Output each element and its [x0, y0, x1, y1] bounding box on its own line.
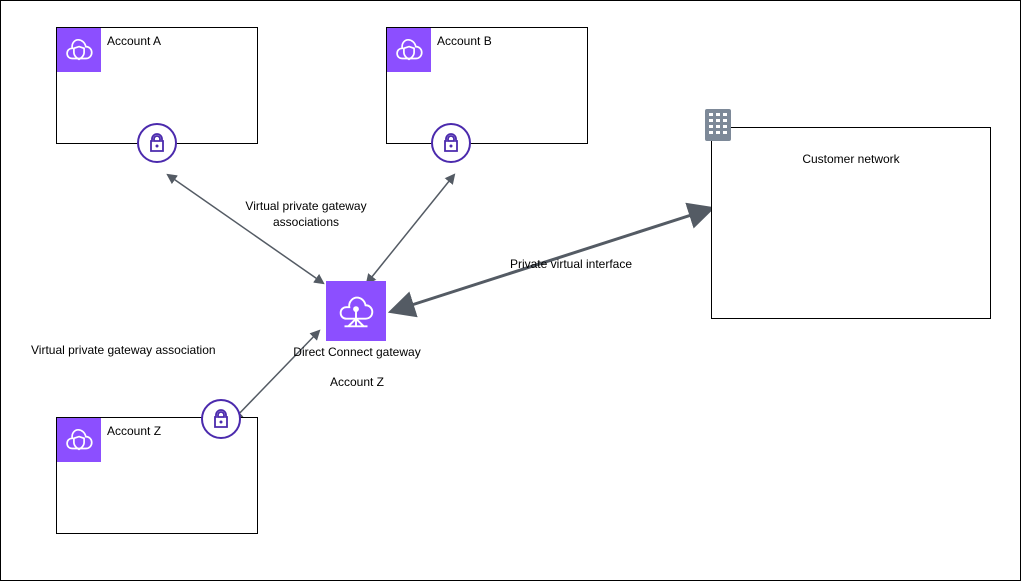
account-a-label: Account A [107, 34, 161, 48]
customer-network-box: Customer network [711, 127, 991, 319]
account-z-label: Account Z [107, 424, 161, 438]
gateway-title: Direct Connect gateway [257, 345, 457, 361]
vpc-icon [57, 418, 101, 462]
diagram-frame: Account A Account B Account Z Direct C [0, 0, 1021, 581]
gateway-owner: Account Z [257, 375, 457, 391]
vpc-icon [57, 28, 101, 72]
lock-icon-z [201, 399, 241, 439]
cloud-shield-icon [62, 33, 96, 67]
customer-network-label: Customer network [712, 152, 990, 166]
account-b-label: Account B [437, 34, 492, 48]
label-pvi: Private virtual interface [481, 257, 661, 273]
lock-icon-b [431, 123, 471, 163]
label-vpg-assoc-single: Virtual private gateway association [31, 343, 251, 359]
lock-icon-a [137, 123, 177, 163]
label-vpg-assoc-multi: Virtual private gateway associations [226, 199, 386, 230]
building-icon [703, 107, 733, 143]
vpc-icon [387, 28, 431, 72]
direct-connect-gateway-icon [326, 281, 386, 341]
account-b-box: Account B [386, 27, 588, 144]
